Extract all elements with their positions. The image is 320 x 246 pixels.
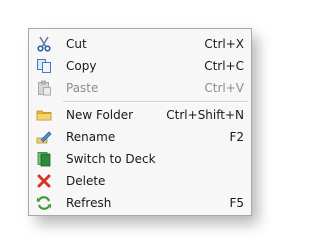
menu-item-shortcut: F2 <box>229 130 244 144</box>
menu-item-label: New Folder <box>66 108 134 122</box>
menu-separator <box>63 101 248 103</box>
menu-item-switch-to-deck[interactable]: Switch to Deck <box>31 148 249 170</box>
rename-icon <box>36 129 52 145</box>
menu-item-refresh[interactable]: Refresh F5 <box>31 192 249 214</box>
menu-item-label: Rename <box>66 130 116 144</box>
menu-item-shortcut: Ctrl+Shift+N <box>166 108 244 122</box>
deck-icon <box>36 151 52 167</box>
menu-item-delete[interactable]: Delete <box>31 170 249 192</box>
menu-item-cut[interactable]: Cut Ctrl+X <box>31 33 249 55</box>
menu-item-shortcut: Ctrl+X <box>204 37 244 51</box>
refresh-icon <box>36 195 52 211</box>
menu-item-shortcut: F5 <box>229 196 244 210</box>
menu-item-label: Paste <box>66 81 99 95</box>
menu-item-shortcut: Ctrl+V <box>204 81 244 95</box>
menu-item-label: Delete <box>66 174 106 188</box>
menu-item-label: Cut <box>66 37 87 51</box>
menu-item-label: Refresh <box>66 196 112 210</box>
menu-item-new-folder[interactable]: New Folder Ctrl+Shift+N <box>31 104 249 126</box>
menu-item-copy[interactable]: Copy Ctrl+C <box>31 55 249 77</box>
copy-icon <box>36 58 52 74</box>
context-menu: Cut Ctrl+X Copy Ctrl+C Paste Ctrl+V New … <box>28 28 252 216</box>
menu-item-label: Copy <box>66 59 97 73</box>
menu-item-rename[interactable]: Rename F2 <box>31 126 249 148</box>
scissors-icon <box>36 36 52 52</box>
paste-icon <box>36 80 52 96</box>
delete-icon <box>36 173 52 189</box>
menu-item-shortcut: Ctrl+C <box>204 59 244 73</box>
menu-item-label: Switch to Deck <box>66 152 156 166</box>
menu-item-paste[interactable]: Paste Ctrl+V <box>31 77 249 99</box>
screenshot-stage: Cut Ctrl+X Copy Ctrl+C Paste Ctrl+V New … <box>0 0 278 246</box>
folder-icon <box>36 107 52 123</box>
